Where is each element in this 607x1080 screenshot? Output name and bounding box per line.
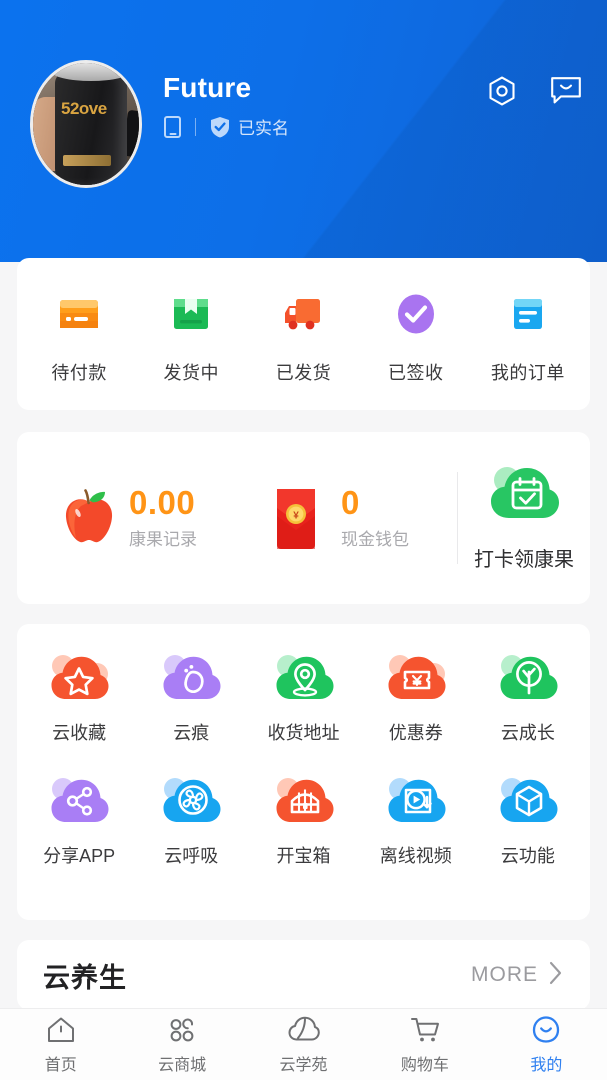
- order-status-card: 待付款 发货中 已发货 已签收 我的订单: [17, 258, 590, 410]
- check-circle-icon: [386, 284, 446, 344]
- tab-profile[interactable]: 我的: [486, 1014, 607, 1075]
- feature-cloud-functions[interactable]: 云功能: [472, 771, 584, 868]
- checkin-button[interactable]: 打卡领康果: [458, 460, 590, 576]
- location-pin-cloud-icon: [273, 648, 335, 706]
- grid-dots-icon: [165, 1014, 199, 1046]
- tab-cart[interactable]: 购物车: [364, 1014, 485, 1075]
- more-link[interactable]: MORE: [471, 960, 564, 991]
- order-item-label: 发货中: [163, 362, 220, 383]
- order-item-label: 已签收: [387, 362, 444, 383]
- tab-label: 云商城: [158, 1057, 207, 1074]
- profile-header: 52ove Future 已实名: [0, 0, 607, 262]
- cash-value: 0: [341, 484, 360, 521]
- coupon-cloud-icon: [385, 648, 447, 706]
- feature-cloud-growth[interactable]: 云成长: [472, 648, 584, 745]
- feature-cloud-favorites[interactable]: 云收藏: [23, 648, 135, 745]
- header-actions: [485, 74, 583, 108]
- video-download-cloud-icon: [385, 771, 447, 829]
- feature-label: 分享APP: [43, 846, 116, 866]
- feature-coupon[interactable]: 优惠券: [360, 648, 472, 745]
- feature-share-app[interactable]: 分享APP: [23, 771, 135, 868]
- calendar-check-cloud-icon: [485, 460, 563, 531]
- username: Future: [163, 72, 252, 103]
- cube-cloud-icon: [497, 771, 559, 829]
- star-cloud-icon: [48, 648, 110, 706]
- feature-cloud-breathing[interactable]: 云呼吸: [135, 771, 247, 868]
- feature-label: 收货地址: [267, 723, 340, 743]
- apple-icon: [59, 486, 119, 550]
- cloud-icon: [287, 1014, 321, 1046]
- feature-offline-video[interactable]: 离线视频: [360, 771, 472, 868]
- tab-label: 购物车: [400, 1057, 449, 1074]
- feature-grid-card: 云收藏 云痕 收货地址 优惠券 云成长 分享APP 云呼吸 开宝箱 离线视频 云…: [17, 624, 590, 920]
- order-item-shipping[interactable]: 发货中: [135, 284, 247, 385]
- footprint-cloud-icon: [160, 648, 222, 706]
- tab-label: 我的: [530, 1057, 563, 1074]
- cart-icon: [408, 1014, 442, 1046]
- svg-text:¥: ¥: [293, 511, 299, 522]
- feature-label: 优惠券: [388, 723, 443, 743]
- cash-label: 现金钱包: [341, 530, 409, 549]
- points-value: 0.00: [129, 484, 196, 521]
- feature-row: 分享APP 云呼吸 开宝箱 离线视频 云功能: [23, 771, 584, 868]
- profile-screen: 52ove Future 已实名 待付款 发货中 已发货 已签收 我的订单 0.…: [0, 0, 607, 1080]
- treasure-chest-cloud-icon: [273, 771, 335, 829]
- order-item-my-orders[interactable]: 我的订单: [472, 284, 584, 385]
- feature-row: 云收藏 云痕 收货地址 优惠券 云成长: [23, 648, 584, 745]
- order-item-received[interactable]: 已签收: [360, 284, 472, 385]
- cash-stat[interactable]: ¥ 0 现金钱包: [251, 486, 451, 550]
- bottom-navigation: 首页 云商城 云学苑 购物车 我的: [0, 1008, 607, 1080]
- tab-label: 首页: [44, 1057, 77, 1074]
- scan-settings-icon[interactable]: [485, 74, 519, 108]
- points-label: 康果记录: [129, 530, 197, 549]
- red-envelope-icon: ¥: [271, 486, 331, 550]
- tree-cloud-icon: [497, 648, 559, 706]
- fan-cloud-icon: [160, 771, 222, 829]
- avatar-photo: 52ove: [33, 63, 139, 185]
- feature-open-treasure-box[interactable]: 开宝箱: [247, 771, 359, 868]
- order-item-label: 待付款: [51, 362, 107, 383]
- feature-label: 云成长: [500, 723, 555, 743]
- meta-divider: [195, 117, 196, 136]
- tab-cloud-academy[interactable]: 云学苑: [243, 1014, 364, 1075]
- health-section-card: 云养生 MORE: [17, 940, 590, 1010]
- feature-shipping-address[interactable]: 收货地址: [247, 648, 359, 745]
- share-cloud-icon: [48, 771, 110, 829]
- phone-icon: [164, 115, 181, 138]
- section-title: 云养生: [43, 962, 127, 993]
- delivery-truck-icon: [274, 284, 334, 344]
- feature-label: 云收藏: [52, 723, 107, 743]
- more-label: MORE: [471, 963, 538, 986]
- feature-label: 云功能: [500, 846, 555, 866]
- verify-label: 已实名: [238, 119, 289, 138]
- shield-check-icon: [210, 116, 230, 138]
- chevron-right-icon: [548, 960, 564, 991]
- order-item-label: 已发货: [275, 362, 332, 383]
- wallet-card: 0.00 康果记录 ¥ 0 现金钱包 打卡领康果: [17, 432, 590, 604]
- profile-icon: [529, 1014, 563, 1046]
- home-icon: [44, 1014, 78, 1046]
- order-item-pending-payment[interactable]: 待付款: [23, 284, 135, 385]
- tab-home[interactable]: 首页: [0, 1014, 121, 1075]
- wallet-card-icon: [49, 284, 109, 344]
- order-item-label: 我的订单: [490, 362, 565, 383]
- tab-cloud-mall[interactable]: 云商城: [121, 1014, 242, 1075]
- feature-cloud-footprint[interactable]: 云痕: [135, 648, 247, 745]
- feature-label: 离线视频: [379, 846, 452, 866]
- order-list-icon: [498, 284, 558, 344]
- avatar[interactable]: 52ove: [30, 60, 142, 188]
- tab-label: 云学苑: [279, 1057, 328, 1074]
- feature-label: 云痕: [173, 723, 210, 743]
- order-item-shipped[interactable]: 已发货: [247, 284, 359, 385]
- feature-label: 开宝箱: [276, 846, 331, 866]
- message-icon[interactable]: [549, 74, 583, 108]
- checkin-label: 打卡领康果: [474, 549, 574, 571]
- package-bookmark-icon: [161, 284, 221, 344]
- feature-label: 云呼吸: [164, 846, 219, 866]
- points-stat[interactable]: 0.00 康果记录: [17, 486, 251, 550]
- profile-meta: 已实名: [164, 114, 289, 139]
